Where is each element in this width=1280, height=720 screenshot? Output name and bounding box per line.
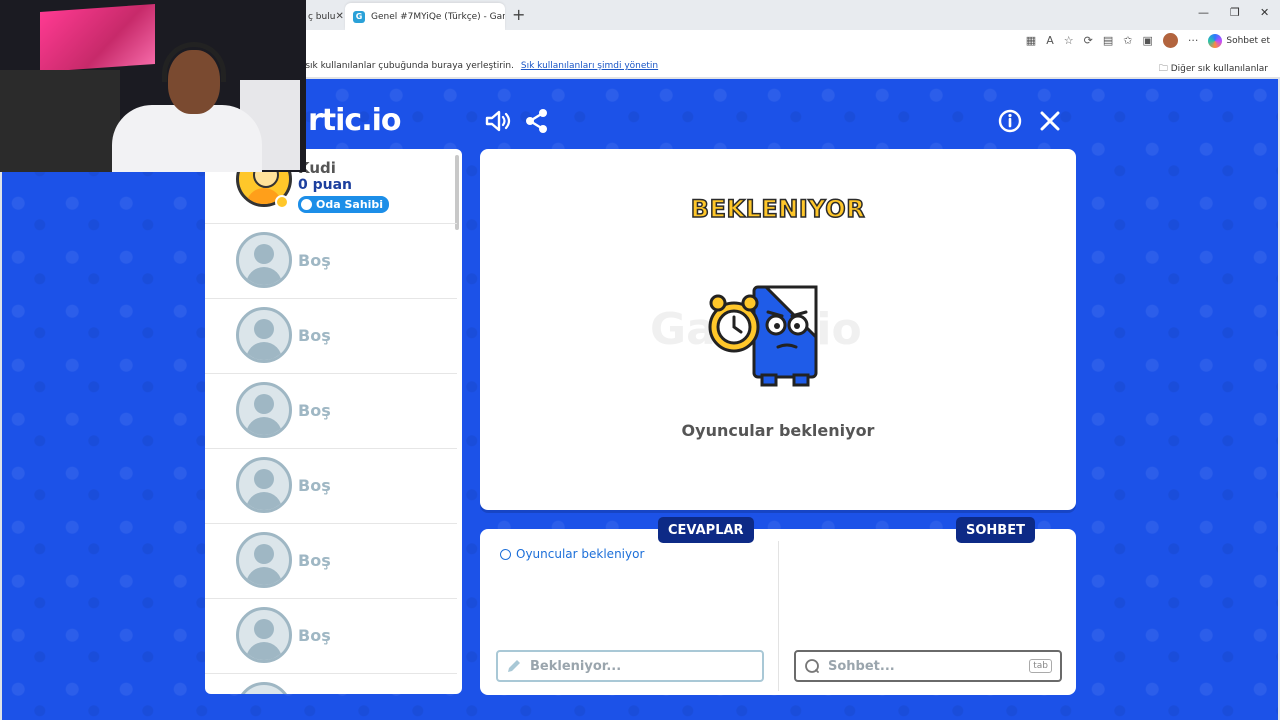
player-row-empty: Boş xyxy=(205,374,457,449)
favorites-icon[interactable]: ✩ xyxy=(1123,34,1132,47)
split-screen-icon[interactable]: ▤ xyxy=(1103,34,1113,47)
answers-info-text: Oyuncular bekleniyor xyxy=(516,547,645,561)
webcam-person-body xyxy=(112,105,262,172)
answers-info-message: Oyuncular bekleniyor xyxy=(500,547,644,561)
toolbar-icons: ▦ A ☆ ⟳ ▤ ✩ ▣ ··· Sohbet et xyxy=(1026,33,1280,48)
tab-answers-label: CEVAPLAR xyxy=(668,522,744,538)
pencil-icon xyxy=(508,660,520,672)
manage-favorites-link[interactable]: Sık kullanılanları şimdi yönetin xyxy=(521,61,658,71)
player-name: Boş xyxy=(298,326,331,345)
tab-chat[interactable]: SOHBET xyxy=(956,517,1035,543)
player-row-empty: Boş xyxy=(205,524,457,599)
panel-divider xyxy=(778,541,779,691)
player-name: Boş xyxy=(298,551,331,570)
empty-avatar-icon xyxy=(236,682,292,694)
read-aloud-icon[interactable]: A xyxy=(1046,34,1054,47)
crown-icon xyxy=(301,199,312,210)
chat-input[interactable] xyxy=(828,658,1022,674)
browser-tab-label: ç bulu xyxy=(308,11,336,22)
tab-key-hint: tab xyxy=(1029,659,1052,673)
chat-field[interactable]: tab xyxy=(794,650,1062,682)
browser-tab-label: Genel #7MYiQe (Türkçe) - Gartic.io xyxy=(371,11,505,22)
webcam-background-wall xyxy=(0,70,120,172)
copilot-label: Sohbet et xyxy=(1226,35,1270,46)
window-close-icon[interactable]: ✕ xyxy=(1260,6,1269,19)
browser-tab-inactive[interactable]: ç bulu ✕ xyxy=(300,3,344,30)
logo-text: rtic.io xyxy=(308,103,401,138)
copilot-icon xyxy=(1208,33,1223,48)
player-name: Boş xyxy=(298,401,331,420)
collections-icon[interactable]: ▣ xyxy=(1142,34,1152,47)
webcam-background-tv xyxy=(40,3,155,73)
sound-icon[interactable] xyxy=(483,107,511,135)
online-status-dot xyxy=(275,195,289,209)
share-icon[interactable] xyxy=(523,107,551,135)
room-owner-label: Oda Sahibi xyxy=(316,198,384,211)
webcam-overlay xyxy=(0,0,306,172)
empty-avatar-icon xyxy=(236,607,292,663)
folder-icon: 🗀 xyxy=(1158,64,1168,74)
tab-chat-label: SOHBET xyxy=(966,522,1025,538)
waiting-subtitle: Oyuncular bekleniyor xyxy=(681,421,875,440)
browser-tab-active[interactable]: G Genel #7MYiQe (Türkçe) - Gartic.io ✕ xyxy=(345,3,505,30)
empty-avatar-icon xyxy=(236,232,292,288)
restore-icon[interactable]: ❐ xyxy=(1230,6,1240,19)
mascot-clock-illustration xyxy=(708,285,818,387)
player-points: 0 puan xyxy=(298,177,353,193)
player-row-empty: Boş xyxy=(205,449,457,524)
more-menu-icon[interactable]: ··· xyxy=(1188,34,1199,47)
gartic-favicon-icon: G xyxy=(353,10,365,23)
favorites-bar-message: ı sık kullanılanlar çubuğunda buraya yer… xyxy=(300,61,658,71)
room-owner-badge: Oda Sahibi xyxy=(298,196,390,213)
empty-avatar-icon xyxy=(236,532,292,588)
info-circle-icon xyxy=(500,548,511,560)
profile-avatar[interactable] xyxy=(1162,33,1178,48)
extensions-icon[interactable]: ⟳ xyxy=(1084,34,1093,47)
close-tab-icon[interactable]: ✕ xyxy=(335,11,343,22)
player-name: Boş xyxy=(298,626,331,645)
player-name: Boş xyxy=(298,476,331,495)
player-row-empty xyxy=(205,674,457,694)
empty-avatar-icon xyxy=(236,382,292,438)
player-name: Boş xyxy=(298,251,331,270)
copilot-button[interactable]: Sohbet et xyxy=(1208,33,1270,48)
empty-avatar-icon xyxy=(236,457,292,513)
other-favorites-folder[interactable]: 🗀 Diğer sık kullanılanlar xyxy=(1159,61,1268,77)
minimize-icon[interactable]: — xyxy=(1198,6,1209,19)
answer-input[interactable] xyxy=(530,658,754,674)
favorites-bar-text: ı sık kullanılanlar çubuğunda buraya yer… xyxy=(300,61,514,71)
player-row-empty: Boş xyxy=(205,299,457,374)
empty-avatar-icon xyxy=(236,307,292,363)
new-tab-icon[interactable]: + xyxy=(512,5,525,24)
waiting-title: BEKLENIYOR xyxy=(690,194,866,224)
player-row-empty: Boş xyxy=(205,599,457,674)
game-area: rtic.io Kudi 0 puan Oda Sahibi Boş Boş B… xyxy=(2,79,1278,720)
game-status-card: BEKLENIYOR Gartic.io Oyuncular bekleniyo… xyxy=(480,149,1076,510)
player-row-empty: Boş xyxy=(205,224,457,299)
chat-bubble-icon xyxy=(805,659,819,673)
players-list[interactable]: Kudi 0 puan Oda Sahibi Boş Boş Boş Boş B… xyxy=(205,149,462,694)
favorite-star-icon[interactable]: ☆ xyxy=(1064,34,1074,47)
gartic-logo: rtic.io xyxy=(308,103,401,138)
headset-icon xyxy=(162,42,226,82)
apps-icon[interactable]: ▦ xyxy=(1026,34,1036,47)
close-game-icon[interactable] xyxy=(1036,107,1064,135)
info-icon[interactable] xyxy=(996,107,1024,135)
other-favorites-label: Diğer sık kullanılanlar xyxy=(1170,64,1268,74)
answers-chat-panel: CEVAPLAR SOHBET Oyuncular bekleniyor tab xyxy=(480,517,1076,695)
tab-answers[interactable]: CEVAPLAR xyxy=(658,517,754,543)
answer-field[interactable] xyxy=(496,650,764,682)
